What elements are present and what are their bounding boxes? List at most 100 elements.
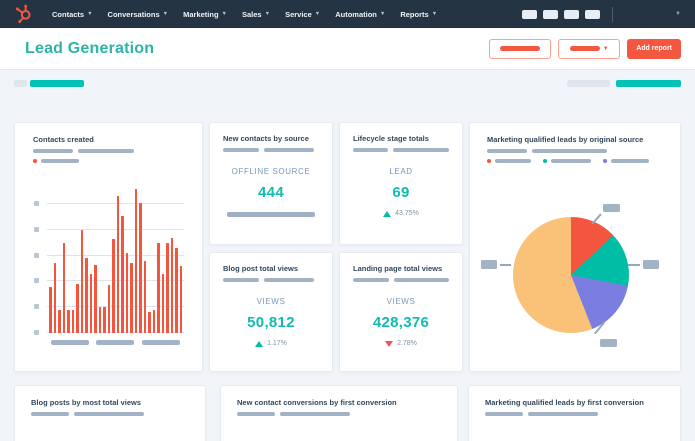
bar — [89, 273, 92, 333]
nav-item-sales[interactable]: Sales ▼ — [242, 10, 270, 19]
nav-item-reports[interactable]: Reports ▼ — [400, 10, 437, 19]
report-title[interactable]: Contacts created — [33, 135, 184, 144]
nav-item-label: Sales — [242, 9, 262, 19]
placeholder-bar — [33, 149, 73, 153]
metric-value: 50,812 — [247, 314, 295, 331]
chevron-down-icon: ▼ — [314, 11, 321, 17]
bar — [107, 285, 110, 333]
report-title[interactable]: Blog post total views — [223, 264, 319, 273]
report-title[interactable]: Blog posts by most total views — [31, 398, 189, 407]
button-label-placeholder — [569, 46, 600, 51]
right-filter-placeholder-teal[interactable] — [616, 80, 681, 87]
x-tick-placeholder — [142, 340, 181, 345]
contacts-created-chart — [33, 183, 184, 345]
chevron-down-icon: ▼ — [431, 11, 438, 17]
bar — [121, 215, 124, 333]
user-menu-chevron-icon[interactable]: ▼ — [675, 11, 681, 17]
chevron-down-icon: ▼ — [602, 45, 609, 52]
x-tick-placeholder — [96, 340, 135, 345]
top-navbar: Contacts ▼ Conversations ▼ Marketing ▼ Sale… — [0, 0, 695, 28]
bar — [85, 258, 88, 333]
report-title[interactable]: Marketing qualified leads by original so… — [487, 135, 663, 144]
nav-item-service[interactable]: Service ▼ — [285, 10, 320, 19]
placeholder-bar — [394, 278, 449, 282]
report-title[interactable]: Lifecycle stage totals — [353, 134, 449, 143]
contacts-legend-dot — [33, 159, 37, 163]
pie-slice-label-placeholder — [603, 204, 620, 212]
x-axis-labels — [47, 340, 184, 345]
y-tick-placeholder — [34, 304, 39, 309]
report-title[interactable]: Marketing qualified leads by first conve… — [485, 398, 664, 407]
y-tick-placeholder — [34, 330, 39, 335]
y-tick-placeholder — [34, 201, 39, 206]
metric-value: 428,376 — [372, 314, 430, 331]
bar-chart-legend — [33, 159, 184, 163]
bar — [130, 263, 133, 333]
nav-item-conversations[interactable]: Conversations ▼ — [108, 10, 169, 19]
add-report-button[interactable]: Add report — [627, 38, 681, 59]
dashboard-grid: Contacts created New contacts by source … — [0, 100, 695, 441]
bar — [179, 265, 182, 333]
bar — [103, 307, 106, 333]
nav-item-label: Reports — [400, 9, 429, 19]
chevron-down-icon: ▼ — [221, 11, 227, 17]
pie-legend-item — [543, 159, 591, 163]
y-tick-placeholder — [34, 278, 39, 283]
pie-chart — [513, 217, 629, 333]
nav-tool-button-2[interactable] — [543, 9, 559, 19]
legend-item — [33, 159, 79, 163]
nav-tool-button-1[interactable] — [522, 9, 538, 19]
filter-placeholder-small[interactable] — [14, 80, 27, 87]
y-tick-placeholder — [34, 227, 39, 232]
placeholder-bar — [78, 149, 134, 153]
nav-item-label: Marketing — [183, 9, 219, 19]
nav-tool-button-3[interactable] — [564, 9, 580, 19]
date-range-filter-placeholder[interactable] — [30, 80, 84, 87]
bar — [143, 260, 146, 333]
bar — [148, 312, 151, 333]
right-filter-placeholder-gray[interactable] — [567, 80, 610, 87]
bar — [49, 286, 52, 333]
placeholder-bar — [487, 149, 527, 153]
nav-item-label: Conversations — [107, 9, 160, 19]
metric-value: 69 — [392, 184, 410, 201]
report-title[interactable]: Landing page total views — [353, 264, 449, 273]
card-lifecycle-stage-totals: Lifecycle stage totals LEAD 69 43.75% — [339, 122, 463, 245]
nav-divider — [612, 6, 614, 22]
bar — [125, 253, 128, 333]
nav-item-automation[interactable]: Automation ▼ — [335, 10, 385, 19]
dashboard-actions-dropdown[interactable]: ▼ — [558, 38, 621, 59]
metric-label: OFFLINE SOURCE — [231, 167, 311, 176]
card-contacts-created: Contacts created — [14, 122, 203, 372]
hubspot-sprocket-logo-icon[interactable] — [12, 3, 36, 25]
chevron-down-icon: ▼ — [264, 11, 271, 17]
report-title[interactable]: New contact conversions by first convers… — [237, 398, 441, 407]
report-subtitle-placeholder — [223, 148, 319, 152]
metric-label: LEAD — [389, 167, 413, 176]
card-blog-posts-by-most-total-views: Blog posts by most total views — [14, 385, 206, 441]
placeholder-bar — [31, 412, 69, 416]
placeholder-bar — [237, 412, 275, 416]
pie-legend-item — [603, 159, 649, 163]
placeholder-bar — [532, 149, 607, 153]
legend-label-placeholder — [495, 159, 531, 163]
nav-item-marketing[interactable]: Marketing ▼ — [183, 10, 227, 19]
dashboard-filter-button[interactable] — [489, 38, 552, 59]
callout-line — [628, 264, 640, 266]
report-subtitle-placeholder — [31, 412, 189, 416]
button-label-placeholder — [500, 46, 541, 51]
bar — [53, 263, 56, 333]
metric-footer-placeholder — [227, 212, 315, 217]
legend-dot — [487, 159, 491, 163]
placeholder-bar — [353, 148, 388, 152]
report-subtitle-placeholder — [485, 412, 664, 416]
dashboard-header: Lead Generation ▼ Add report — [0, 28, 695, 70]
nav-tool-button-4[interactable] — [585, 9, 601, 19]
bar — [76, 284, 79, 333]
x-tick-placeholder — [50, 340, 89, 345]
y-tick-placeholder — [34, 253, 39, 258]
legend-dot — [543, 159, 547, 163]
report-title[interactable]: New contacts by source — [223, 134, 319, 143]
nav-item-contacts[interactable]: Contacts ▼ — [52, 10, 93, 19]
placeholder-bar — [280, 412, 350, 416]
